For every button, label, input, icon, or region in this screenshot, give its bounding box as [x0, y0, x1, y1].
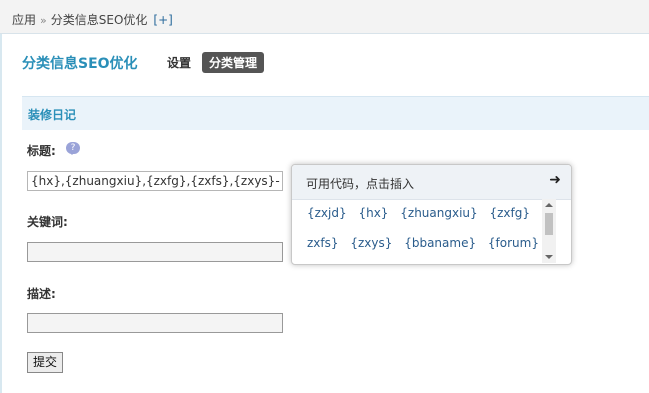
add-shortcut-link[interactable]: [+] — [153, 13, 172, 27]
breadcrumb-separator: » — [40, 14, 47, 27]
scroll-down-icon[interactable] — [545, 255, 553, 259]
section-title: 装修日记 — [28, 108, 77, 122]
code-token[interactable]: {hx} — [358, 206, 388, 220]
popup-header: 可用代码，点击插入 ➜ — [292, 165, 571, 200]
code-token[interactable]: {zhuangxiu} — [400, 206, 477, 220]
code-insert-popup: 可用代码，点击插入 ➜ {zxjd} {hx} {zhuangxiu} {zxf… — [291, 164, 572, 265]
breadcrumb-bar: 应用 » 分类信息SEO优化 [+] — [0, 0, 649, 34]
popup-code-list: {zxjd} {hx} {zhuangxiu} {zxfg} { zxfs} {… — [292, 199, 554, 263]
section-header: 装修日记 — [22, 96, 649, 130]
breadcrumb: 应用 » 分类信息SEO优化 [+] — [12, 11, 173, 28]
code-token[interactable]: {zxjd} — [307, 206, 347, 220]
page-title: 分类信息SEO优化 — [22, 56, 138, 72]
keywords-label: 关键词: — [27, 215, 68, 229]
tab-category-manage[interactable]: 分类管理 — [202, 52, 265, 73]
arrow-right-icon[interactable]: ➜ — [549, 172, 561, 188]
code-token[interactable]: zxfs} — [307, 236, 339, 250]
keywords-input[interactable] — [27, 242, 283, 262]
code-token[interactable]: {bbaname} — [404, 236, 476, 250]
code-token[interactable]: {forum} — [488, 236, 539, 250]
title-label: 标题: — [27, 144, 56, 158]
code-token[interactable]: {zxys} — [350, 236, 392, 250]
title-input-value: {hx},{zhuangxiu},{zxfg},{zxfs},{zxys}- — [31, 174, 280, 188]
popup-scrollbar[interactable] — [542, 199, 556, 263]
title-input[interactable]: {hx},{zhuangxiu},{zxfg},{zxfs},{zxys}- — [27, 171, 283, 191]
submit-button[interactable]: 提交 — [27, 352, 64, 373]
scroll-thumb[interactable] — [545, 213, 553, 235]
left-divider — [0, 34, 2, 393]
description-input[interactable] — [27, 313, 283, 333]
code-token[interactable]: {zxfg} — [490, 206, 531, 220]
code-line-2: zxfs} {zxys} {bbaname} {forum} — [307, 236, 547, 250]
tab-settings[interactable]: 设置 — [167, 54, 191, 71]
breadcrumb-home-link[interactable]: 应用 — [12, 13, 36, 27]
code-line-1: {zxjd} {hx} {zhuangxiu} {zxfg} { — [307, 206, 554, 220]
scroll-up-icon[interactable] — [545, 203, 553, 207]
popup-title: 可用代码，点击插入 — [306, 177, 415, 191]
help-bubble-icon[interactable]: ? — [66, 142, 80, 155]
breadcrumb-current: 分类信息SEO优化 — [50, 13, 148, 27]
description-label: 描述: — [27, 287, 56, 301]
